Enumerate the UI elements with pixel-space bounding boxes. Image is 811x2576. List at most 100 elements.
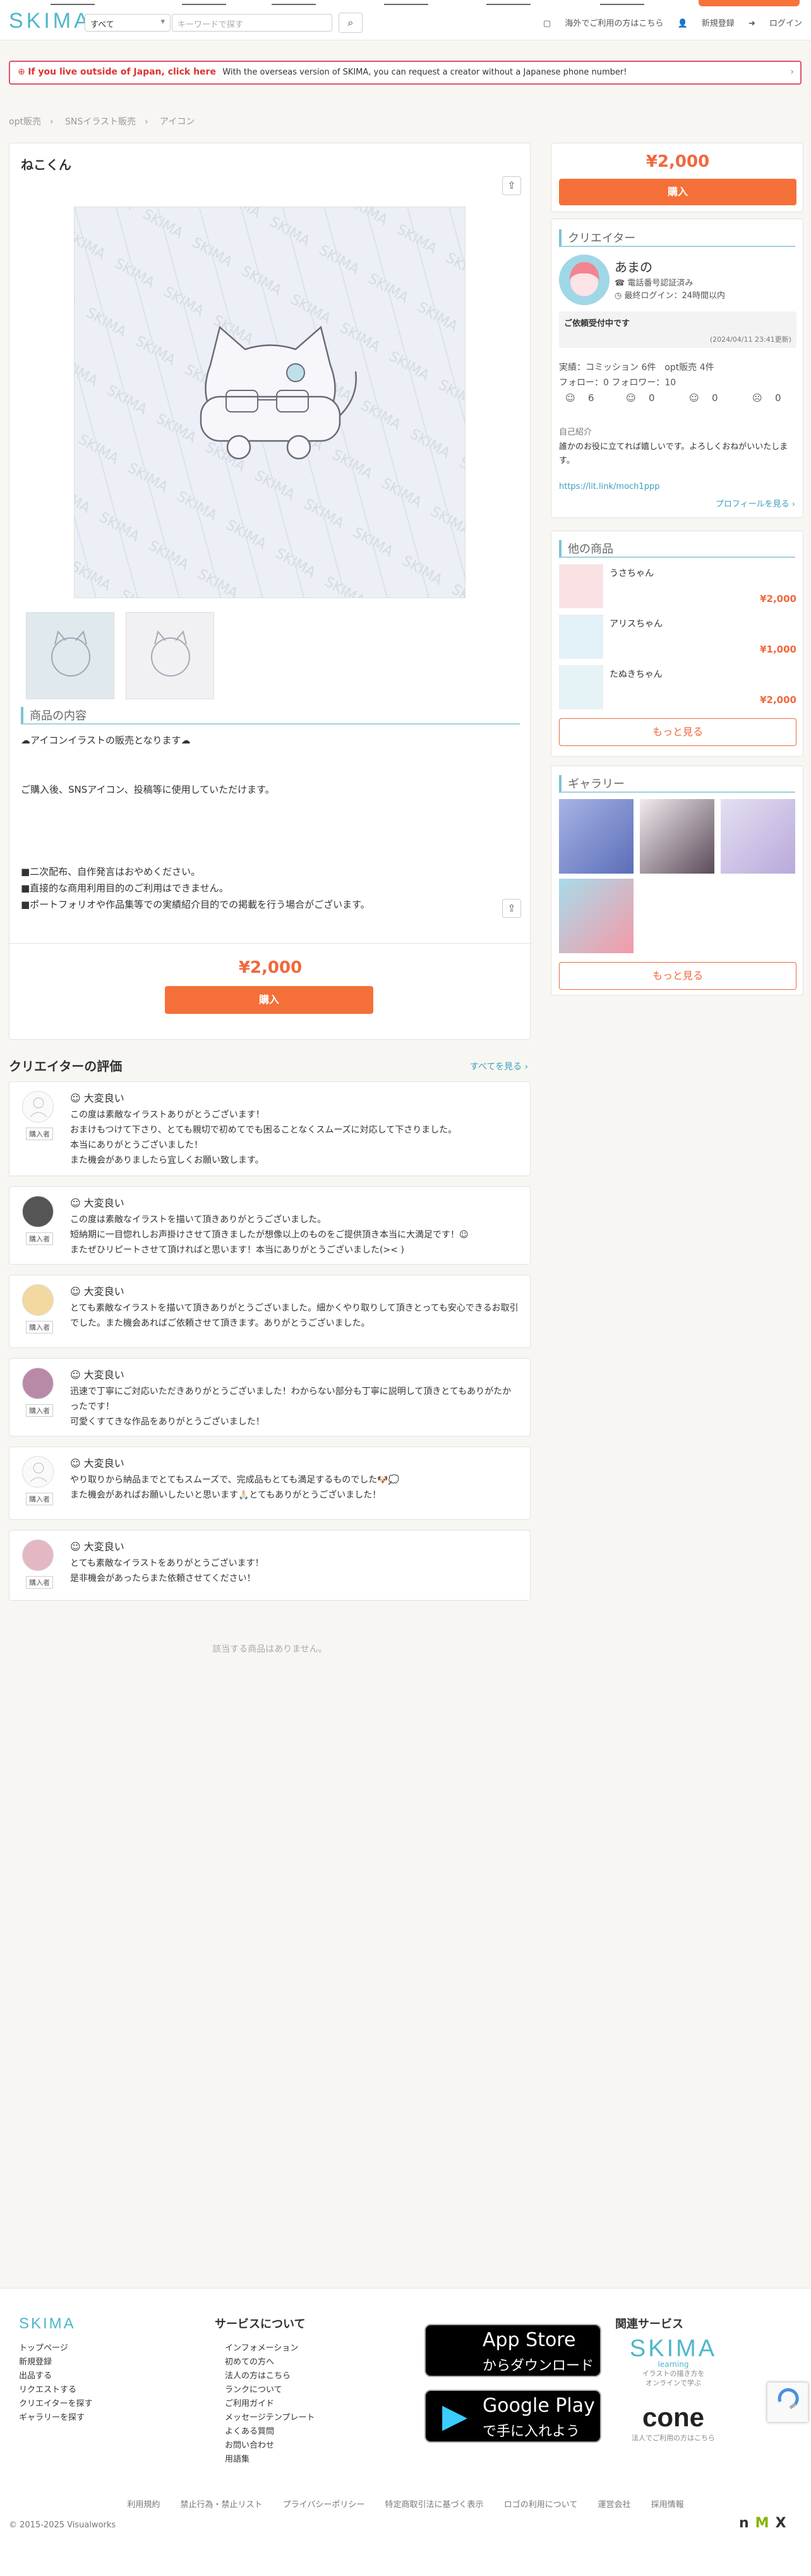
avatar[interactable] [22,1196,54,1227]
item-name: うさちゃん [610,569,654,579]
buy-button[interactable]: 購入 [165,986,373,1014]
avatar[interactable] [22,1539,54,1571]
review-rating: ☺ 大変良い [70,1285,124,1297]
footer-link[interactable]: プライバシーポリシー [283,2500,365,2510]
verified-status: ☎ 電話番号認証済み [615,279,694,288]
breadcrumb-item[interactable]: opt販売 [9,117,41,127]
footer-link[interactable]: メッセージテンプレート [225,2411,315,2425]
footer-link[interactable]: 用語集 [225,2453,315,2467]
reviews-see-all-link[interactable]: すべてを見る › [470,1060,528,1073]
header: SKIMA すべて キーワードで探す ⌕ ▢ 海外でご利用の方はこちら 👤 新規… [0,0,811,40]
review-text: とても素敵なイラストをありがとうございます！ 是非機会があったらまた依頼させてく… [70,1558,264,1584]
footer-link[interactable]: ギャラリーを探す [19,2411,92,2425]
thumbnail-2[interactable] [126,612,214,699]
share-icon[interactable]: ⇪ [502,176,521,195]
alert-icon: ⊕ [18,67,28,77]
profile-link[interactable]: プロフィールを見る › [716,497,795,509]
footer-link[interactable]: ロゴの利用について [504,2500,578,2510]
recaptcha-icon [778,2388,799,2409]
social-links: nMX [739,2515,786,2531]
avatar[interactable] [22,1284,54,1316]
google-play-button[interactable]: ▶ Google Play で手に入れよう [424,2390,601,2443]
footer-logo[interactable]: SKIMA [19,2315,76,2333]
creator-avatar-image [559,255,610,305]
footer-link[interactable]: 新規登録 [19,2356,92,2369]
category-select[interactable]: すべて [85,14,171,32]
footer-link[interactable]: インフォメーション [225,2342,315,2356]
gallery-image[interactable] [559,879,634,953]
overseas-link[interactable]: ▢ 海外でご利用の方はこちら [543,19,663,28]
breadcrumb-item[interactable]: アイコン [160,117,195,127]
search-button[interactable]: ⌕ [339,13,363,33]
misskey-icon[interactable]: M [755,2515,769,2531]
cone-link[interactable]: cone 法人でご利用の方はこちら [629,2402,718,2443]
list-item[interactable]: アリスちゃん ¥1,000 [559,615,796,660]
gallery-image[interactable] [721,799,795,874]
very-good-icon: ☺ [565,392,575,404]
footer-link[interactable]: 禁止行為・禁止リスト [181,2500,263,2510]
review-text: 迅速で丁寧にご対応いただきありがとうございました！わからない部分も丁寧に説明して… [70,1387,512,1427]
recaptcha-badge[interactable] [767,2382,808,2423]
purchaser-tag: 購入者 [26,1232,53,1245]
footer-link[interactable]: ランクについて [225,2383,315,2397]
share-icon[interactable]: ⇪ [502,899,521,918]
footer-link[interactable]: 法人の方はこちら [225,2369,315,2383]
review-text: とても素敵なイラストを描いて頂きありがとうございました。細かくやり取りして頂きと… [70,1303,519,1328]
smile-icon: ☺ [70,1285,84,1297]
avatar[interactable] [559,255,610,305]
purchaser-tag: 購入者 [26,1404,53,1417]
item-price: ¥2,000 [760,694,796,706]
footer-link[interactable]: リクエストする [19,2383,92,2397]
app-store-button[interactable]: App Store からダウンロード [424,2324,601,2377]
status-label: ご依頼受付中です [564,319,630,328]
smile-icon: ☺ [70,1369,84,1381]
cat-illustration [51,630,90,677]
skima-learning-link[interactable]: SKIMA learning イラストの描き方を オンラインで学ぶ [629,2335,718,2388]
more-items-button[interactable]: もっと見る [559,718,796,746]
footer-link[interactable]: 特定商取引法に基づく表示 [385,2500,484,2510]
footer-links-service: インフォメーション 初めての方へ 法人の方はこちら ランクについて ご利用ガイド… [225,2342,315,2467]
footer-link[interactable]: 運営会社 [598,2500,630,2510]
avatar[interactable] [22,1091,54,1122]
thumbnail-1[interactable] [26,612,114,699]
footer-link[interactable]: 利用規約 [127,2500,160,2510]
x-icon[interactable]: X [776,2515,786,2531]
intro-link[interactable]: https://lit.link/moch1ppp [559,482,659,491]
list-item[interactable]: うさちゃん ¥2,000 [559,564,796,610]
footer-link[interactable]: クリエイターを探す [19,2397,92,2411]
reviews-title: クリエイターの評価 [9,1059,123,1074]
footer-link[interactable]: 初めての方へ [225,2356,315,2369]
gallery-image[interactable] [559,799,634,874]
purchaser-tag: 購入者 [26,1493,53,1505]
search-input[interactable]: キーワードで探す [172,14,332,32]
creator-name[interactable]: あまの [615,257,652,275]
product-title: ねこくん [21,157,71,172]
signup-link[interactable]: 👤 新規登録 [677,19,734,28]
footer-link[interactable]: お問い合わせ [225,2439,315,2453]
login-link[interactable]: ➜ ログイン [748,19,802,28]
review-card: 購入者 ☺ 大変良い とても素敵なイラストを描いて頂きありがとうございました。細… [9,1275,531,1348]
skima-logo[interactable]: SKIMA [9,9,92,33]
footer-link[interactable]: よくある質問 [225,2425,315,2439]
review-rating: ☺ 大変良い [70,1369,124,1381]
footer-link[interactable]: ご利用ガイド [225,2397,315,2411]
footer-link[interactable]: 出品する [19,2369,92,2383]
product-main-image[interactable]: SKIMA [74,207,466,598]
footer-link[interactable]: トップページ [19,2342,92,2356]
footer-link[interactable]: 採用情報 [651,2500,684,2510]
header-cta-strip[interactable] [699,0,800,6]
breadcrumb-item[interactable]: SNSイラスト販売 [65,117,136,127]
list-item[interactable]: たぬきちゃん ¥2,000 [559,665,796,711]
divider [9,943,531,944]
other-items-title: 他の商品 [559,540,795,558]
avatar[interactable] [22,1368,54,1399]
avatar[interactable] [22,1456,54,1488]
gallery-image[interactable] [640,799,714,874]
overseas-banner[interactable]: ⊕ If you live outside of Japan, click he… [9,61,802,85]
item-thumbnail [559,665,603,709]
gallery-more-button[interactable]: もっと見る [559,962,796,990]
section-title: 商品の内容 [21,707,520,725]
review-rating: ☺ 大変良い [70,1197,124,1209]
sidebar-buy-button[interactable]: 購入 [559,179,796,205]
note-icon[interactable]: n [739,2515,749,2531]
